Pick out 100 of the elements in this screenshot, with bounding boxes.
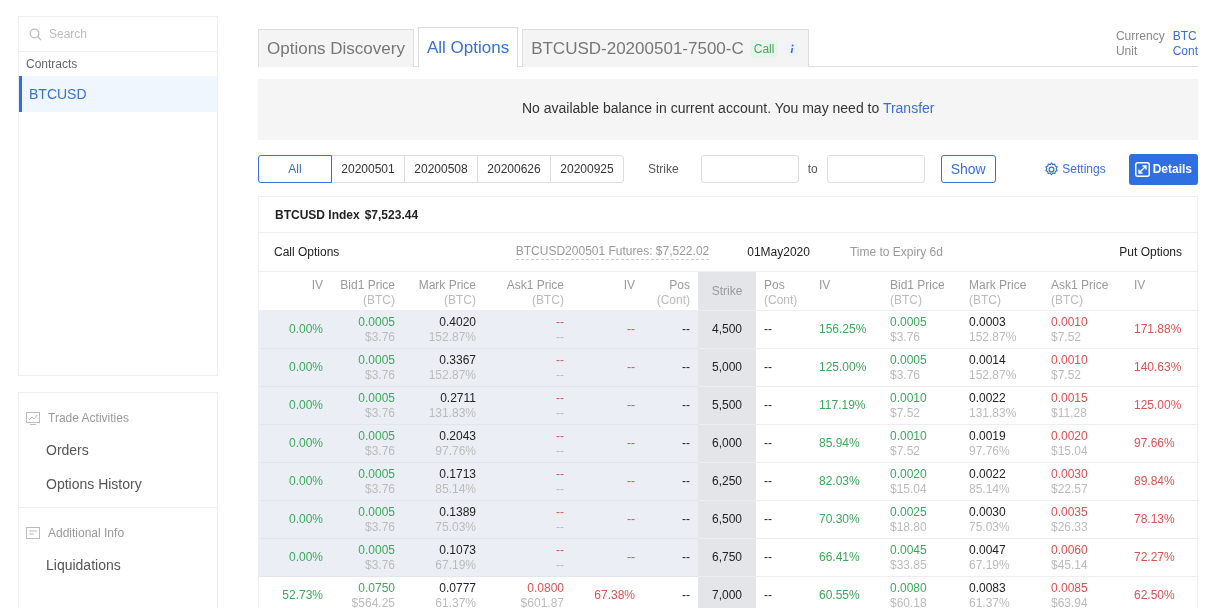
nav-item[interactable]: Orders — [19, 433, 217, 467]
iv-value: -- — [627, 398, 635, 413]
price-value: 0.0005 — [358, 352, 395, 368]
tab[interactable]: BTCUSD-20200501-7500-C Call — [522, 29, 810, 67]
iv-value: 78.13% — [1134, 512, 1175, 527]
show-button[interactable]: Show — [940, 155, 996, 183]
price-subvalue: $33.85 — [890, 557, 927, 573]
position-value: -- — [682, 550, 690, 565]
price-subvalue: 61.37% — [969, 595, 1010, 608]
position-value: -- — [682, 322, 690, 337]
iv-value: -- — [627, 474, 635, 489]
iv-value: 0.00% — [288, 550, 323, 565]
price-subvalue: $15.04 — [890, 481, 927, 497]
price-subvalue: $15.04 — [1051, 443, 1088, 459]
price-subvalue: $3.76 — [890, 367, 921, 383]
expiry-tab[interactable]: 20200501 — [331, 155, 405, 183]
price-subvalue: -- — [556, 367, 564, 383]
transfer-link[interactable]: Transfer — [882, 100, 935, 116]
price-subvalue: 61.37% — [435, 595, 476, 608]
price-value: 0.0022 — [969, 466, 1006, 482]
price-value: 0.0020 — [1051, 428, 1088, 444]
iv-value: 117.19% — [819, 398, 866, 413]
strike-from-field[interactable] — [700, 155, 799, 183]
price-subvalue: -- — [556, 329, 564, 345]
currency-value[interactable]: BTC — [1172, 29, 1198, 43]
iv-value: 70.30% — [819, 512, 860, 527]
iv-value: -- — [627, 512, 635, 527]
position-value: -- — [764, 322, 772, 337]
price-subvalue: $18.80 — [890, 519, 927, 535]
price-subvalue: $63.94 — [1051, 595, 1088, 608]
strike-to-field[interactable] — [826, 155, 925, 183]
document-icon — [26, 527, 40, 539]
price-subvalue: $3.76 — [364, 519, 395, 535]
strike-cell: 7,000 — [698, 577, 756, 608]
position-value: -- — [764, 550, 772, 565]
column-header: Ask1 Price (BTC) — [1043, 272, 1126, 311]
iv-value: 0.00% — [288, 474, 323, 489]
price-value: 0.0047 — [969, 542, 1006, 558]
price-subvalue: $3.76 — [364, 329, 395, 345]
price-value: 0.0030 — [969, 504, 1006, 520]
nav-item[interactable]: Options History — [19, 467, 217, 501]
expiry-tab[interactable]: 20200508 — [404, 155, 478, 183]
price-subvalue: 67.19% — [969, 557, 1010, 573]
price-subvalue: $11.28 — [1051, 405, 1087, 421]
tab[interactable]: Options Discovery — [258, 29, 414, 67]
info-icon[interactable] — [784, 40, 801, 57]
iv-value: 89.84% — [1134, 474, 1175, 489]
price-value: 0.0750 — [358, 580, 395, 596]
contract-item[interactable]: BTCUSD — [19, 76, 217, 112]
expiry-tab[interactable]: 20200925 — [550, 155, 624, 183]
expiry-date: 01May2020 — [747, 245, 810, 259]
expiry-tab[interactable]: 20200626 — [477, 155, 551, 183]
price-subvalue: $26.33 — [1051, 519, 1088, 535]
position-value: -- — [682, 588, 690, 603]
price-value: 0.0022 — [969, 390, 1006, 406]
section-heading: Additional Info — [48, 526, 125, 540]
price-value: 0.0005 — [358, 466, 395, 482]
unit-value[interactable]: Cont — [1172, 44, 1198, 58]
price-value: 0.0083 — [969, 580, 1006, 596]
iv-value: 62.50% — [1134, 588, 1175, 603]
price-value: 0.0015 — [1051, 390, 1088, 406]
price-value: 0.0005 — [890, 352, 927, 368]
price-value: 0.0010 — [890, 390, 927, 406]
price-value: 0.0030 — [1051, 466, 1088, 482]
price-value: 0.0035 — [1051, 504, 1088, 520]
price-value: 0.4020 — [439, 314, 476, 330]
price-value: 0.0777 — [439, 580, 476, 596]
price-value: 0.0020 — [890, 466, 927, 482]
price-subvalue: $7.52 — [890, 405, 921, 421]
time-to-expiry: Time to Expiry 6d — [849, 245, 943, 259]
price-subvalue: 75.03% — [969, 519, 1010, 535]
price-subvalue: $564.25 — [351, 595, 395, 608]
unit-label: Unit — [1115, 44, 1139, 58]
settings-button[interactable]: Settings — [1044, 161, 1106, 177]
column-header: IV — [811, 272, 882, 311]
price-subvalue: $22.57 — [1051, 481, 1088, 497]
column-header: Mark Price (BTC) — [961, 272, 1043, 311]
currency-label: Currency — [1115, 29, 1165, 43]
price-value: 0.0010 — [1051, 352, 1088, 368]
price-value: 0.3367 — [439, 352, 476, 368]
price-subvalue: $3.76 — [364, 557, 395, 573]
column-header: IV — [1126, 272, 1199, 311]
price-value: 0.1713 — [439, 466, 476, 482]
price-subvalue: 97.76% — [969, 443, 1010, 459]
price-subvalue: $7.52 — [1051, 329, 1082, 345]
iv-value: 125.00% — [819, 360, 867, 375]
strike-cell: 4,500 — [698, 311, 756, 349]
price-value: 0.0025 — [890, 504, 927, 520]
call-badge: Call — [749, 39, 779, 58]
price-subvalue: $60.18 — [890, 595, 927, 608]
price-value: 0.0060 — [1051, 542, 1088, 558]
position-value: -- — [764, 588, 772, 603]
price-value: 0.0085 — [1051, 580, 1088, 596]
expiry-tab[interactable]: All — [258, 155, 332, 183]
details-button[interactable]: Details — [1128, 153, 1198, 185]
index-value: $7,523.44 — [364, 207, 419, 222]
price-value: 0.2043 — [439, 428, 476, 444]
strike-cell: 6,250 — [698, 463, 756, 501]
tab[interactable]: All Options — [417, 27, 519, 67]
nav-item[interactable]: Liquidations — [19, 548, 217, 582]
